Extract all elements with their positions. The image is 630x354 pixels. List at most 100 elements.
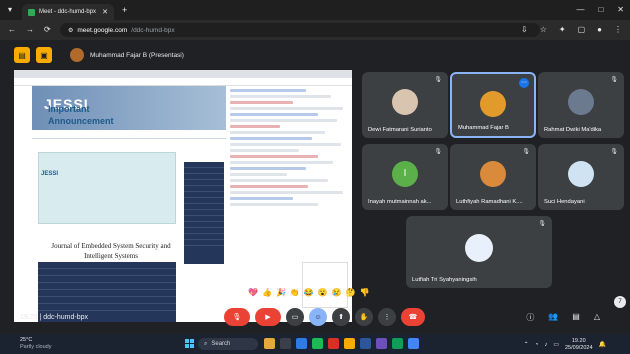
- presentation-header: ▤ ▣ Muhammad Fajar B (Presentasi): [14, 46, 184, 64]
- emoji-button[interactable]: ☺: [309, 308, 327, 326]
- announcement-title-2: Announcement: [48, 116, 114, 126]
- leave-call-button[interactable]: ☎: [401, 308, 425, 326]
- site-sidebar-menu: [184, 162, 224, 264]
- reaction-thumbsup-button[interactable]: 👍: [262, 288, 272, 297]
- participant-tile[interactable]: 🎙 I Inayah mutmainnah ak...: [362, 144, 448, 210]
- url-input[interactable]: ⚙ meet.google.com/ddc-humd-bpx: [60, 23, 540, 37]
- tab-search-icon[interactable]: ▾: [8, 5, 12, 14]
- tray-chevron-icon[interactable]: ⌃: [524, 341, 529, 348]
- bookmark-star-icon[interactable]: ☆: [540, 25, 547, 34]
- taskbar-search[interactable]: ⌕ Search: [198, 338, 258, 350]
- participant-tile[interactable]: 🎙 Luthfiyah Ramadhani K....: [450, 144, 536, 210]
- taskbar-app-icon[interactable]: [264, 338, 275, 349]
- captions-button[interactable]: ▭: [286, 308, 304, 326]
- shared-screen: JESSI JESSI Important Announcement Journ…: [14, 70, 352, 322]
- participant-avatar: I: [392, 161, 418, 187]
- taskbar-app-icon[interactable]: [376, 338, 387, 349]
- clock[interactable]: 19.20 25/09/2024: [565, 338, 593, 351]
- shared-website: JESSI JESSI Important Announcement Journ…: [14, 86, 226, 322]
- taskbar-app-icon[interactable]: [360, 338, 371, 349]
- taskbar-app-icon[interactable]: [328, 338, 339, 349]
- reaction-party-button[interactable]: 🎉: [276, 288, 286, 297]
- participant-avatar: [480, 91, 506, 117]
- announcement-logo: JESSI: [41, 171, 59, 177]
- site-nav: [32, 130, 226, 139]
- site-info-icon[interactable]: ⚙: [68, 27, 73, 34]
- call-controls: 🎙 ▶ ▭ ☺ ⬆ ✋ ⋮ ☎: [224, 308, 425, 326]
- forward-icon[interactable]: →: [26, 25, 34, 34]
- reaction-sad-button[interactable]: 😢: [332, 288, 342, 297]
- reaction-heart-button[interactable]: 💖: [248, 288, 258, 297]
- reactions-bar: 💖 👍 🎉 👏 😂 😮 😢 🤔 👎: [248, 288, 370, 297]
- participant-avatar: [480, 161, 506, 187]
- captions-icon: ▭: [291, 314, 299, 321]
- more-options-icon[interactable]: ⋯: [519, 78, 529, 88]
- reaction-surprised-button[interactable]: 😮: [318, 288, 328, 297]
- address-bar-row: ← → ⟳ ⚙ meet.google.com/ddc-humd-bpx ⇩ ☆…: [0, 20, 630, 40]
- participant-tile[interactable]: 🎙 Dewi Fatmarani Surianto: [362, 72, 448, 138]
- present-button[interactable]: ⬆: [332, 308, 350, 326]
- taskbar-app-icon[interactable]: [392, 338, 403, 349]
- close-window-button[interactable]: ✕: [617, 5, 624, 14]
- participant-initial: I: [403, 168, 407, 179]
- presenter-avatar: [70, 48, 84, 62]
- taskbar-app-icon[interactable]: [408, 338, 419, 349]
- participant-avatar: [568, 161, 594, 187]
- profile-icon[interactable]: ●: [597, 25, 602, 34]
- back-icon[interactable]: ←: [8, 25, 16, 34]
- battery-icon[interactable]: ▭: [553, 341, 559, 348]
- taskbar-app-icon[interactable]: [312, 338, 323, 349]
- menu-kebab-icon[interactable]: ⋮: [614, 25, 622, 34]
- extension-icon[interactable]: ✦: [559, 25, 566, 34]
- mic-toggle-button[interactable]: 🎙: [224, 308, 250, 326]
- raise-hand-button[interactable]: ✋: [355, 308, 373, 326]
- start-button[interactable]: [185, 339, 194, 348]
- network-icon[interactable]: ◔: [535, 342, 539, 348]
- search-icon: ⌕: [204, 340, 208, 347]
- announcement-card: JESSI: [38, 152, 176, 224]
- layout-toggle-button[interactable]: ▤: [14, 47, 30, 63]
- emoji-icon: ☺: [314, 313, 322, 321]
- shared-chat-panel: [302, 262, 348, 308]
- participant-tile[interactable]: 🎙 Suci Hendayani: [538, 144, 624, 210]
- minimize-button[interactable]: —: [576, 5, 584, 14]
- participant-avatar: [465, 234, 493, 262]
- pin-presentation-button[interactable]: ▣: [36, 47, 52, 63]
- participants-count-icon[interactable]: 7: [614, 296, 626, 308]
- notifications-icon[interactable]: 🔔: [599, 341, 606, 348]
- reaction-clap-button[interactable]: 👏: [290, 288, 300, 297]
- reaction-thumbsdown-button[interactable]: 👎: [360, 288, 370, 297]
- more-options-button[interactable]: ⋮: [378, 308, 396, 326]
- tab-meet[interactable]: Meet - ddc-humd-bpx ✕: [22, 4, 114, 20]
- url-host: meet.google.com: [77, 26, 128, 34]
- new-tab-button[interactable]: +: [122, 5, 127, 15]
- taskbar-app-icon[interactable]: [344, 338, 355, 349]
- mic-off-icon: 🎙: [434, 149, 442, 155]
- participant-name: Inayah mutmainnah ak...: [368, 199, 432, 205]
- participant-tile[interactable]: 🎙 Lutfiah Tri Syahyaningsih: [406, 216, 552, 288]
- participant-tile[interactable]: 🎙 Rahmat Dwiki Ma'dika: [538, 72, 624, 138]
- reaction-thinking-button[interactable]: 🤔: [346, 288, 356, 297]
- reload-icon[interactable]: ⟳: [44, 25, 51, 34]
- people-icon[interactable]: 👥: [548, 312, 558, 323]
- taskbar-apps: [264, 338, 419, 349]
- participant-name: Luthfiyah Ramadhani K....: [456, 199, 523, 205]
- presenter-label: Muhammad Fajar B (Presentasi): [90, 51, 184, 59]
- taskbar-app-icon[interactable]: [296, 338, 307, 349]
- chat-icon[interactable]: ▤: [572, 312, 580, 323]
- info-icon[interactable]: ⓘ: [526, 312, 534, 323]
- camera-toggle-button[interactable]: ▶: [255, 308, 281, 326]
- activities-icon[interactable]: △: [594, 312, 600, 323]
- volume-icon[interactable]: ♪: [544, 342, 547, 348]
- download-icon[interactable]: ⇩: [521, 25, 528, 34]
- close-tab-icon[interactable]: ✕: [102, 8, 108, 16]
- maximize-button[interactable]: □: [598, 5, 603, 14]
- taskbar-app-icon[interactable]: [280, 338, 291, 349]
- camera-off-icon: ▶: [265, 314, 271, 321]
- participant-tile-active[interactable]: ⋯ Muhammad Fajar B: [450, 72, 536, 138]
- sidebar-icon[interactable]: ▢: [578, 25, 586, 34]
- meeting-info: 19.20 | ddc-humd-bpx: [20, 314, 88, 321]
- browser-tab-bar: ▾ Meet - ddc-humd-bpx ✕ + — □ ✕: [0, 0, 630, 20]
- weather-widget[interactable]: 25°C Partly cloudy: [20, 337, 52, 350]
- reaction-laugh-button[interactable]: 😂: [304, 288, 314, 297]
